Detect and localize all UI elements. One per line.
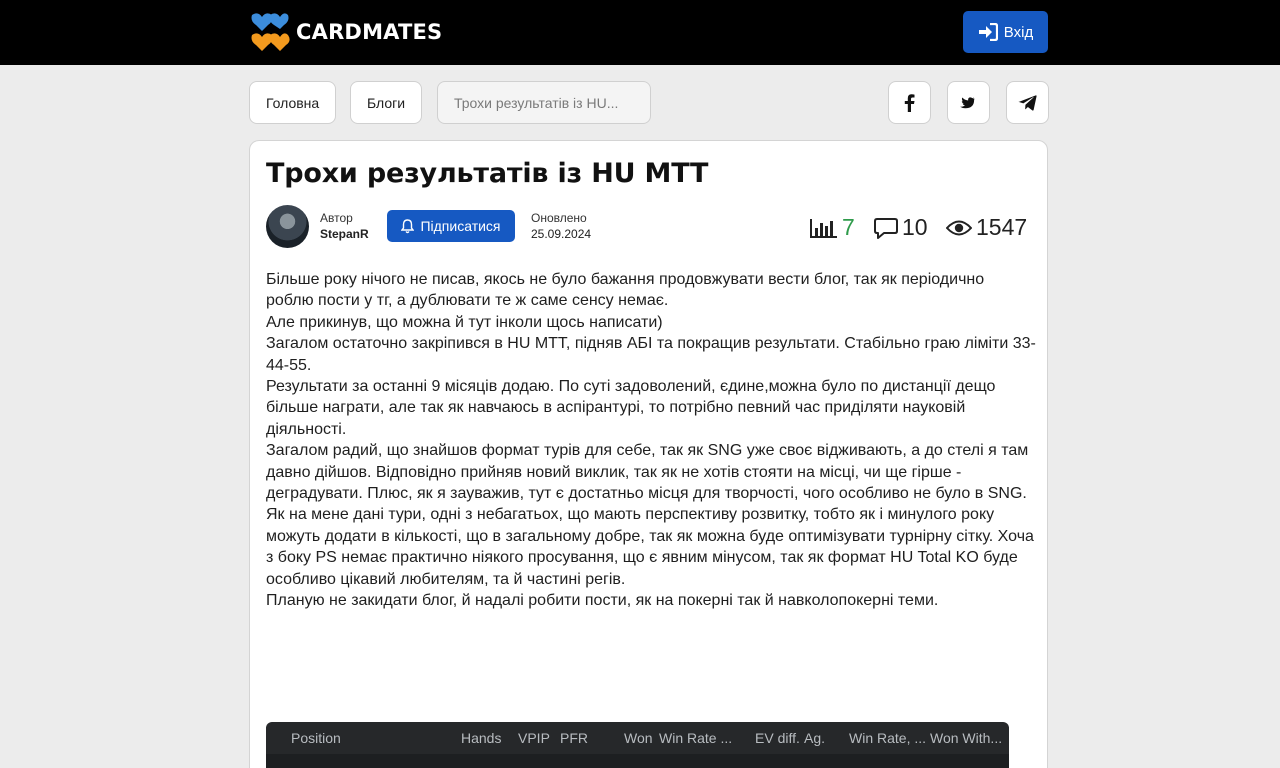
post-paragraph: Планую не закидати блог, й надалі робити…	[266, 592, 939, 610]
comment-icon	[874, 217, 898, 239]
subscribe-label: Підписатися	[420, 218, 501, 234]
comments-stat[interactable]: 10	[874, 214, 928, 241]
twitter-icon	[960, 96, 975, 108]
eye-icon	[946, 220, 972, 235]
column-header: Ag.	[804, 730, 826, 746]
author-avatar[interactable]	[266, 205, 309, 248]
post-paragraph: Загалом остаточно закріпився в HU MTT, п…	[266, 335, 1036, 374]
column-header: Win Rate ...	[659, 730, 733, 746]
updated-date: 25.09.2024	[531, 227, 592, 241]
results-table-screenshot: Position Hands VPIP PFR Won Win Rate ...…	[266, 722, 1009, 768]
bell-icon	[401, 218, 415, 233]
post-paragraph: Більше року нічого не писав, якось не бу…	[266, 271, 985, 310]
post-paragraph: Загалом радий, що знайшов формат турів д…	[266, 442, 1029, 503]
rating-count: 7	[842, 214, 855, 240]
login-label: Вхід	[1003, 23, 1034, 41]
author-name[interactable]: StepanR	[320, 227, 369, 241]
post-title: Трохи результатів із HU MTT	[266, 158, 709, 189]
author-label: Автор	[320, 211, 353, 225]
rating-stat[interactable]: 7	[810, 214, 855, 241]
logo-mark-icon	[248, 11, 290, 53]
post-paragraph: Як на мене дані тури, одні з небагатьох,…	[266, 506, 1034, 588]
views-count: 1547	[976, 214, 1028, 240]
comments-count: 10	[902, 214, 928, 240]
column-header: PFR	[560, 730, 588, 746]
views-stat: 1547	[946, 214, 1027, 241]
table-row	[266, 754, 1009, 768]
top-navigation-bar: CARDMATES Вхід	[0, 0, 1280, 65]
column-header: Hands	[461, 730, 502, 746]
column-header: Won With...	[930, 730, 1003, 746]
brand-name: CARDMATES	[296, 20, 443, 44]
column-header: Position	[291, 730, 341, 746]
share-facebook-button[interactable]	[888, 81, 931, 124]
bar-chart-icon	[810, 218, 837, 238]
updated-label: Оновлено	[531, 211, 587, 225]
column-header: VPIP	[518, 730, 550, 746]
login-button[interactable]: Вхід	[963, 11, 1048, 53]
column-header: Won	[624, 730, 653, 746]
share-twitter-button[interactable]	[947, 81, 990, 124]
breadcrumb-current-post: Трохи результатів із HU...	[437, 81, 651, 124]
post-paragraph: Результати за останні 9 місяців додаю. П…	[266, 378, 996, 438]
cardmates-logo[interactable]: CARDMATES	[248, 11, 442, 53]
sign-in-icon	[978, 23, 998, 41]
share-telegram-button[interactable]	[1006, 81, 1049, 124]
blog-post-card: Трохи результатів із HU MTT Автор Stepan…	[249, 140, 1048, 768]
post-paragraph: Але прикинув, що можна й тут інколи щось…	[266, 313, 663, 331]
subscribe-button[interactable]: Підписатися	[387, 210, 515, 242]
telegram-icon	[1018, 94, 1037, 111]
breadcrumb-home[interactable]: Головна	[249, 81, 337, 124]
post-body: Більше року нічого не писав, якось не бу…	[266, 269, 1036, 612]
breadcrumb-blogs[interactable]: Блоги	[350, 81, 423, 124]
column-header: Win Rate, ...	[849, 730, 927, 746]
column-header: EV diff.	[755, 730, 800, 746]
facebook-icon	[904, 93, 915, 112]
results-table-header: Position Hands VPIP PFR Won Win Rate ...…	[266, 722, 1009, 754]
